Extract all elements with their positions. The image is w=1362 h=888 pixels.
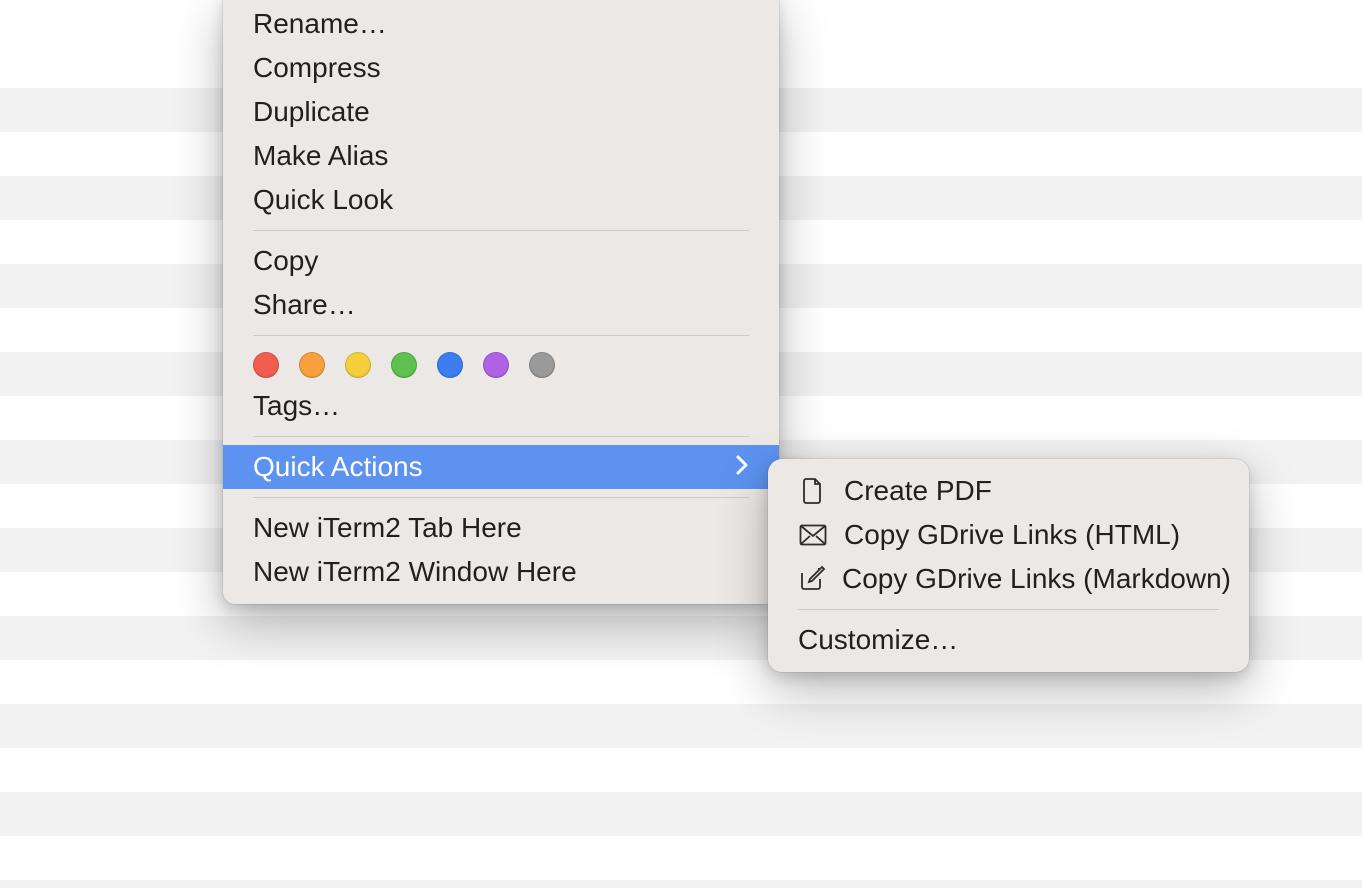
document-icon xyxy=(798,476,828,506)
submenu-item-copy-gdrive-html[interactable]: Copy GDrive Links (HTML) xyxy=(768,513,1249,557)
context-menu: Rename… Compress Duplicate Make Alias Qu… xyxy=(223,0,779,604)
menu-item-quick-actions[interactable]: Quick Actions xyxy=(223,445,779,489)
submenu-item-create-pdf[interactable]: Create PDF xyxy=(768,469,1249,513)
menu-item-quick-look[interactable]: Quick Look xyxy=(223,178,779,222)
quick-actions-submenu: Create PDF Copy GDrive Links (HTML) Copy… xyxy=(768,459,1249,672)
tag-color-orange[interactable] xyxy=(299,352,325,378)
menu-item-label: Copy xyxy=(253,245,318,277)
submenu-item-copy-gdrive-md[interactable]: Copy GDrive Links (Markdown) xyxy=(768,557,1249,601)
menu-divider xyxy=(253,436,749,437)
submenu-item-label: Create PDF xyxy=(844,475,992,507)
submenu-item-label: Copy GDrive Links (Markdown) xyxy=(842,563,1231,595)
tag-color-blue[interactable] xyxy=(437,352,463,378)
menu-divider xyxy=(798,609,1219,610)
menu-item-share[interactable]: Share… xyxy=(223,283,779,327)
tag-color-yellow[interactable] xyxy=(345,352,371,378)
submenu-item-label: Customize… xyxy=(798,624,958,656)
menu-item-label: Duplicate xyxy=(253,96,370,128)
submenu-item-label: Copy GDrive Links (HTML) xyxy=(844,519,1180,551)
menu-item-label: New iTerm2 Window Here xyxy=(253,556,577,588)
tag-color-green[interactable] xyxy=(391,352,417,378)
menu-item-make-alias[interactable]: Make Alias xyxy=(223,134,779,178)
tag-color-red[interactable] xyxy=(253,352,279,378)
menu-item-label: Rename… xyxy=(253,8,387,40)
menu-item-compress[interactable]: Compress xyxy=(223,46,779,90)
menu-item-iterm-tab[interactable]: New iTerm2 Tab Here xyxy=(223,506,779,550)
menu-item-label: Tags… xyxy=(253,390,340,422)
menu-item-label: Compress xyxy=(253,52,381,84)
tag-color-purple[interactable] xyxy=(483,352,509,378)
tag-color-gray[interactable] xyxy=(529,352,555,378)
submenu-item-customize[interactable]: Customize… xyxy=(768,618,1249,662)
menu-item-label: Share… xyxy=(253,289,356,321)
menu-item-label: New iTerm2 Tab Here xyxy=(253,512,522,544)
menu-item-copy[interactable]: Copy xyxy=(223,239,779,283)
menu-divider xyxy=(253,497,749,498)
compose-icon xyxy=(798,564,826,594)
menu-item-rename[interactable]: Rename… xyxy=(223,2,779,46)
chevron-right-icon xyxy=(735,451,749,483)
menu-item-iterm-window[interactable]: New iTerm2 Window Here xyxy=(223,550,779,594)
menu-item-label: Quick Actions xyxy=(253,451,423,483)
menu-item-duplicate[interactable]: Duplicate xyxy=(223,90,779,134)
menu-item-label: Make Alias xyxy=(253,140,388,172)
tag-color-row xyxy=(223,344,779,384)
menu-item-label: Quick Look xyxy=(253,184,393,216)
menu-divider xyxy=(253,335,749,336)
envelope-icon xyxy=(798,520,828,550)
menu-item-tags[interactable]: Tags… xyxy=(223,384,779,428)
menu-divider xyxy=(253,230,749,231)
